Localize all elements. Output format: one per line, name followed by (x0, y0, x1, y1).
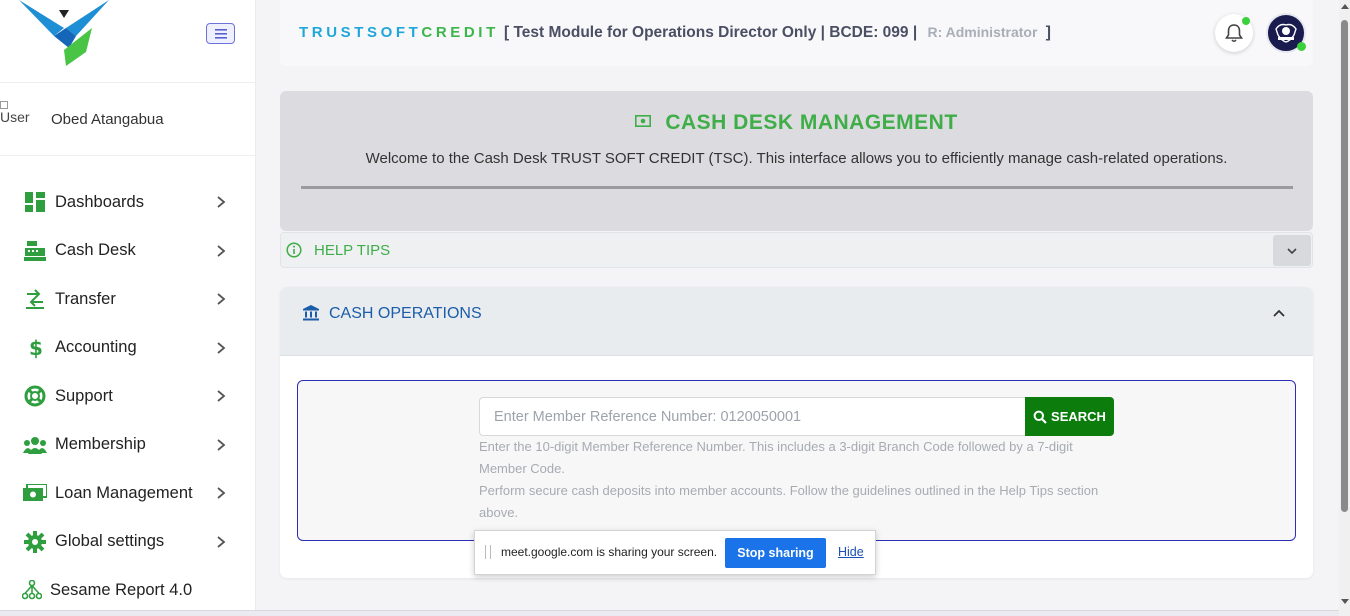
chevron-right-icon (217, 439, 226, 451)
member-reference-input[interactable] (479, 397, 1025, 436)
sharing-message: meet.google.com is sharing your screen. (501, 545, 718, 559)
deposit-hint: Perform secure cash deposits into member… (479, 483, 1099, 520)
user-profile: User Obed Atangabua (0, 83, 256, 156)
sidebar-item-cash-desk[interactable]: Cash Desk (0, 227, 256, 276)
reference-hint: Enter the 10-digit Member Reference Numb… (479, 439, 1073, 476)
sitemap-icon (20, 579, 44, 601)
sidebar-item-label: Membership (55, 435, 146, 454)
search-button[interactable]: SEARCH (1025, 397, 1114, 436)
member-search-panel: SEARCH Enter the 10-digit Member Referen… (297, 380, 1296, 541)
chevron-right-icon (217, 245, 226, 257)
sidebar-item-label: Loan Management (55, 483, 193, 502)
scrollbar-thumb[interactable] (1341, 20, 1348, 512)
gear-icon (23, 530, 47, 553)
sidebar-item-label: Accounting (55, 338, 137, 357)
sidebar-item-dashboards[interactable]: Dashboards (0, 178, 256, 227)
user-name: Obed Atangabua (51, 111, 164, 128)
avatar-alt-text: User (0, 109, 30, 125)
help-tips-accordion[interactable]: HELP TIPS (280, 232, 1313, 268)
users-icon (23, 434, 47, 456)
menu-toggle-button[interactable] (206, 23, 235, 44)
page-title: CASH DESK MANAGEMENT (280, 111, 1313, 135)
help-tips-label: HELP TIPS (314, 242, 391, 259)
sidebar-item-loan-management[interactable]: Loan Management (0, 469, 256, 518)
help-tips-toggle-button[interactable] (1273, 235, 1311, 266)
cash-operations-title: CASH OPERATIONS (329, 305, 482, 322)
module-text: [ Test Module for Operations Director On… (504, 24, 918, 41)
logo-area (0, 0, 256, 83)
chevron-right-icon (217, 487, 226, 499)
sidebar-item-label: Sesame Report 4.0 (50, 580, 193, 599)
stop-sharing-button[interactable]: Stop sharing (725, 538, 826, 568)
notifications-button[interactable] (1215, 14, 1253, 52)
module-close-bracket: ] (1045, 24, 1051, 41)
bank-icon (303, 305, 319, 321)
sidebar: User Obed Atangabua Dashboards Cash Desk… (0, 0, 256, 616)
search-button-label: SEARCH (1051, 409, 1106, 424)
notification-dot (1242, 17, 1250, 25)
sidebar-item-support[interactable]: Support (0, 372, 256, 421)
chevron-right-icon (217, 293, 226, 305)
money-bill-icon (23, 482, 47, 504)
sidebar-item-label: Cash Desk (55, 241, 136, 260)
dashboard-icon (23, 191, 47, 213)
horizontal-scrollbar[interactable] (0, 610, 1339, 616)
page-title-text: CASH DESK MANAGEMENT (665, 111, 958, 134)
brand-trust-text: TRUSTSOFT (299, 24, 422, 41)
hamburger-icon (214, 28, 227, 39)
sidebar-item-membership[interactable]: Membership (0, 421, 256, 470)
info-circle-icon (286, 242, 302, 258)
brand-credit-text: CREDIT (421, 24, 499, 41)
sidebar-item-label: Transfer (55, 289, 116, 308)
user-avatar-button[interactable] (1266, 13, 1306, 53)
screen-sharing-bar: meet.google.com is sharing your screen. … (474, 530, 876, 575)
chevron-right-icon (217, 196, 226, 208)
chevron-right-icon (217, 536, 226, 548)
lifebuoy-icon (23, 385, 47, 407)
chevron-right-icon (217, 342, 226, 354)
sidebar-item-sesame-report[interactable]: Sesame Report 4.0 (0, 566, 256, 615)
sidebar-item-label: Global settings (55, 532, 165, 551)
logo (19, 0, 109, 66)
svg-text:$: $ (29, 337, 42, 359)
sidebar-item-label: Support (55, 386, 113, 405)
module-info: [ Test Module for Operations Director On… (504, 24, 1051, 42)
money-bill-icon (635, 115, 652, 128)
sidebar-nav: Dashboards Cash Desk Transfer $ Accounti… (0, 178, 256, 615)
sidebar-item-label: Dashboards (55, 192, 144, 211)
sidebar-item-global-settings[interactable]: Global settings (0, 518, 256, 567)
scroll-down-icon[interactable] (1341, 599, 1349, 604)
page-description: Welcome to the Cash Desk TRUST SOFT CRED… (365, 150, 1228, 167)
chevron-up-icon[interactable] (1272, 307, 1286, 321)
transfer-icon (23, 288, 47, 310)
cash-operations-header[interactable]: CASH OPERATIONS (280, 287, 1313, 356)
brand-title: TRUSTSOFTCREDIT (299, 24, 499, 41)
vertical-scrollbar[interactable] (1339, 0, 1350, 616)
scroll-up-icon[interactable] (1341, 4, 1349, 9)
cash-desk-header-card: CASH DESK MANAGEMENT Welcome to the Cash… (280, 91, 1313, 231)
role-text: R: Administrator (927, 24, 1038, 40)
drag-handle[interactable] (485, 545, 491, 559)
top-header: TRUSTSOFTCREDIT [ Test Module for Operat… (280, 0, 1313, 66)
avatar: User (0, 101, 34, 135)
chevron-down-icon (1287, 247, 1297, 254)
online-status-dot (1297, 42, 1306, 51)
cash-register-icon (23, 240, 47, 262)
bell-icon (1225, 24, 1243, 43)
divider (301, 186, 1293, 189)
search-icon (1033, 410, 1047, 424)
sidebar-item-accounting[interactable]: $ Accounting (0, 324, 256, 373)
sidebar-item-transfer[interactable]: Transfer (0, 275, 256, 324)
hide-link[interactable]: Hide (838, 545, 864, 559)
dollar-icon: $ (23, 337, 47, 359)
chevron-right-icon (217, 390, 226, 402)
